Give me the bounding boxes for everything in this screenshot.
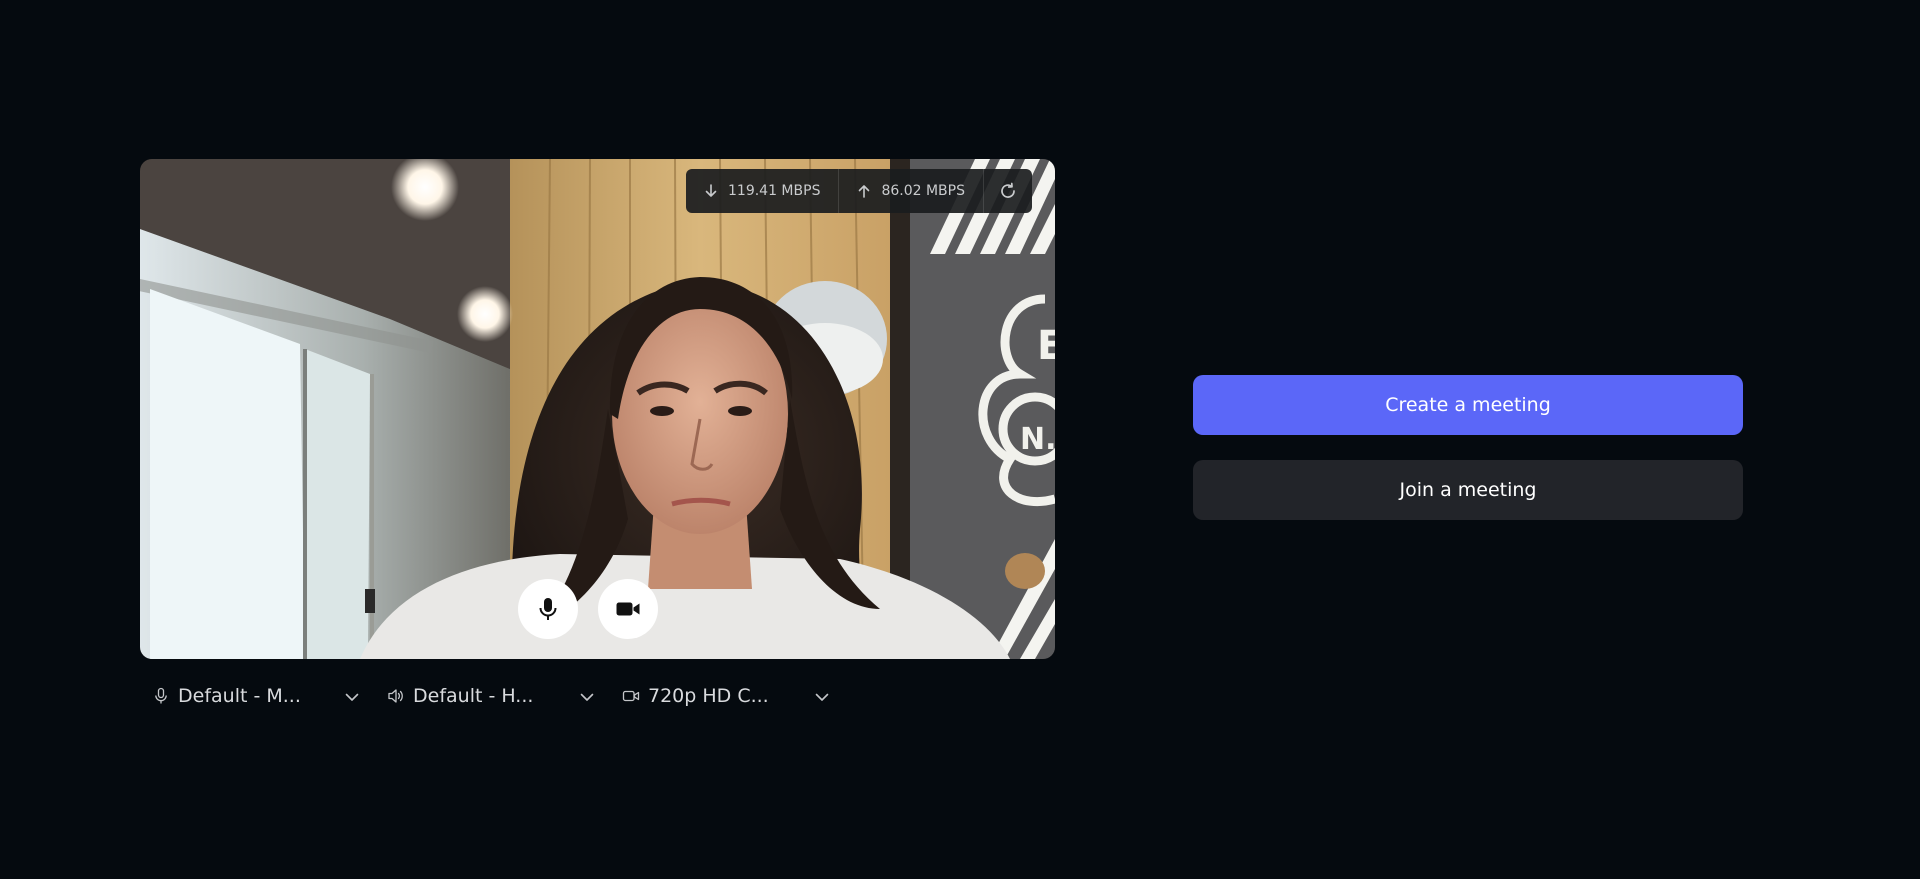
download-speed-value: 119.41 MBPS — [728, 183, 821, 199]
microphone-select-value: Default - M... — [178, 685, 301, 707]
chevron-down-icon — [580, 693, 594, 701]
chevron-down-icon — [345, 693, 359, 701]
toggle-camera-button[interactable] — [598, 579, 658, 639]
refresh-icon — [1001, 182, 1015, 198]
video-preview: N. E 119.41 MBPS 86.02 MBPS — [140, 159, 1055, 659]
device-selectors: Default - M... Default - H... 720p HD C.… — [140, 676, 845, 716]
network-stats-bar: 119.41 MBPS 86.02 MBPS — [686, 169, 1032, 213]
camera-select-value: 720p HD C... — [648, 685, 769, 707]
speaker-select-value: Default - H... — [413, 685, 534, 707]
upload-speed: 86.02 MBPS — [839, 169, 984, 213]
download-speed: 119.41 MBPS — [686, 169, 840, 213]
svg-text:N.: N. — [1020, 422, 1055, 457]
meeting-actions: Create a meeting Join a meeting — [1193, 375, 1743, 520]
microphone-select[interactable]: Default - M... — [140, 676, 375, 716]
upload-speed-value: 86.02 MBPS — [881, 183, 965, 199]
create-meeting-button[interactable]: Create a meeting — [1193, 375, 1743, 435]
join-meeting-button[interactable]: Join a meeting — [1193, 460, 1743, 520]
microphone-icon — [539, 598, 557, 620]
video-camera-icon — [616, 602, 640, 616]
arrow-down-icon — [705, 184, 717, 197]
arrow-up-icon — [859, 185, 870, 198]
chevron-down-icon — [815, 693, 829, 701]
media-controls — [518, 579, 658, 639]
speaker-select[interactable]: Default - H... — [375, 676, 610, 716]
microphone-icon — [155, 687, 167, 704]
video-camera-icon — [622, 690, 640, 702]
refresh-speed-button[interactable] — [984, 169, 1032, 213]
toggle-microphone-button[interactable] — [518, 579, 578, 639]
speaker-icon — [388, 689, 403, 703]
svg-text:E: E — [1037, 323, 1055, 369]
camera-select[interactable]: 720p HD C... — [610, 676, 845, 716]
